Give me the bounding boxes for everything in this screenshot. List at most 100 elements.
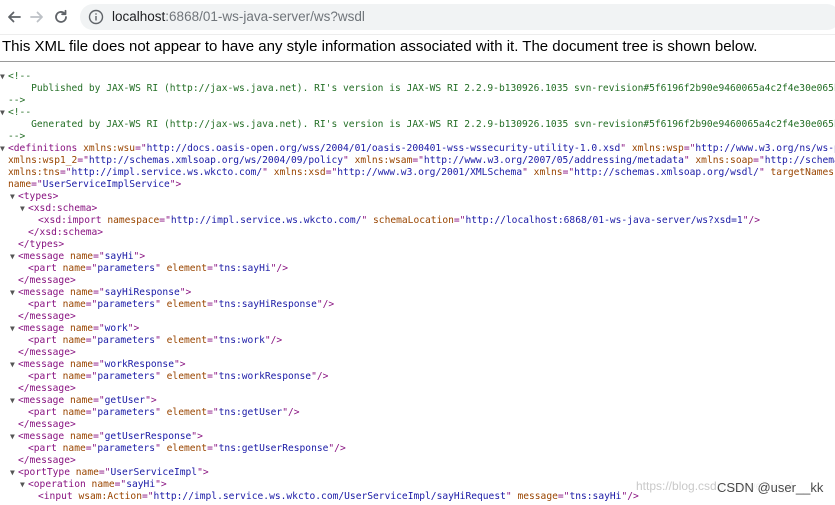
xml-attr-name: name [69,251,94,262]
xml-line: <part name="parameters" element="tns:wor… [0,335,282,347]
xml-line: <part name="parameters" element="tns:say… [0,263,288,275]
xml-tag-text: " [155,263,167,274]
reload-icon [55,9,67,23]
xml-attr-value: http://www.w3.org/ns/ws-policy [695,143,835,154]
xml-attr-name: xmlns:tns [8,167,60,178]
xml-attr-name: namespace [107,215,160,226]
xml-tag-text: =" [325,167,338,178]
xml-tag-text: <part [28,299,63,310]
xml-attr-value: workResponse [104,359,174,370]
xml-line: xmlns:wsp1_2="http://schemas.xmlsoap.org… [0,155,835,167]
collapse-triangle-icon[interactable]: ▼ [10,191,18,203]
xml-tag-text: =" [114,479,127,490]
xml-attr-name: xmlns [533,167,563,178]
xml-line: </message> [0,383,76,395]
xml-tag-text: <portType [18,467,76,478]
xml-tag-text: " [522,167,534,178]
xml-tag-text: "> [169,179,182,190]
xml-attr-name: name [62,407,86,418]
xml-tag-text: =" [98,467,111,478]
xml-line: <part name="parameters" element="tns:get… [0,443,346,455]
collapse-triangle-icon[interactable]: ▼ [10,359,18,371]
xml-line: ▼ <message name="getUser"> [0,395,157,407]
xml-attr-name: element [166,299,208,310]
xml-tag-text: " [343,155,355,166]
xml-tag-text: "/> [742,215,761,226]
collapse-triangle-icon[interactable]: ▼ [20,479,28,491]
collapse-triangle-icon[interactable]: ▼ [10,251,18,263]
xml-line: ▼ <definitions xmlns:wsu="http://docs.oas… [0,143,835,155]
xml-tag-text: " [155,371,167,382]
xml-tag-text: " [155,407,167,418]
xml-tag-text: <xsd:import [38,215,108,226]
xml-tag-text: " [155,443,167,454]
collapse-triangle-icon[interactable]: ▼ [10,431,18,443]
xml-tag-text: <message [18,431,70,442]
xml-tag-text: <message [18,395,70,406]
xml-line: ▼ <message name="sayHiResponse"> [0,287,191,299]
xml-tag-text: </types> [18,239,65,250]
xml-comment-text: --> [8,95,26,106]
xml-line: ▼ <message name="workResponse"> [0,359,186,371]
xml-tag-text: <part [28,371,63,382]
collapse-triangle-icon[interactable]: ▼ [20,203,28,215]
xml-attr-value: http://www.w3.org/2001/XMLSchema [337,167,523,178]
xml-attr-value: tns:sayHi [218,263,271,274]
xml-attr-name: name [69,431,94,442]
url-text[interactable]: localhost:6868/01-ws-java-server/ws?wsdl [112,9,365,24]
xml-attr-value: sayHi [126,479,156,490]
xml-line: <xsd:import namespace="http://impl.servi… [0,215,760,227]
collapse-triangle-icon[interactable]: ▼ [0,107,8,119]
xml-line: </types> [0,239,64,251]
xml-tag-text: =" [85,263,98,274]
xml-tag-text: =" [207,299,219,310]
xml-tag-text: </message> [18,275,76,286]
collapse-triangle-icon[interactable]: ▼ [10,323,18,335]
xml-attr-name: name [91,479,115,490]
xml-tag-text: <definitions [8,143,84,154]
xml-attr-value: http://docs.oasis-open.org/wss/2004/01/o… [146,143,621,154]
xml-tag-text: =" [453,215,466,226]
xml-tag-text: =" [85,443,98,454]
xml-attr-value: tns:sayHiResponse [218,299,317,310]
xml-tag-text: "> [133,251,146,262]
address-bar[interactable]: localhost:6868/01-ws-java-server/ws?wsdl [80,4,835,30]
xml-line: ▼ <!-- [0,71,31,83]
forward-button[interactable] [27,7,47,27]
collapse-triangle-icon[interactable]: ▼ [0,143,8,155]
xml-tag-text: =" [135,143,147,154]
xml-tag-text: " [361,215,374,226]
xml-tag-text: <part [28,443,63,454]
xml-line: ▼ <portType name="UserServiceImpl"> [0,467,209,479]
collapse-triangle-icon[interactable]: ▼ [10,395,18,407]
xml-attr-name: xmlns:wsam [354,155,413,166]
xml-line: ▼ <message name="work"> [0,323,139,335]
xml-attr-value: parameters [97,335,156,346]
xml-attr-name: name [69,359,94,370]
xml-tag-text: </message> [18,311,76,322]
back-button[interactable] [4,7,24,27]
xml-tag-text: =" [85,407,98,418]
xml-tag-text: "/> [311,371,329,382]
xml-tag-text: <part [28,335,63,346]
xml-tag-text: =" [93,251,105,262]
collapse-triangle-icon[interactable]: ▼ [10,287,18,299]
reload-button[interactable] [51,7,71,27]
xml-line: Published by JAX-WS RI (http://jax-ws.ja… [0,83,835,95]
collapse-triangle-icon[interactable]: ▼ [10,467,18,479]
xml-tag-text: =" [207,335,219,346]
xml-tag-text: "> [127,323,140,334]
xml-tag-text: =" [557,491,570,502]
info-icon[interactable] [88,9,104,25]
xml-attr-value: parameters [97,299,156,310]
xml-tag-text: "> [155,479,167,490]
xml-tag-text: =" [93,431,105,442]
xml-tag-text: " [620,143,632,154]
xml-attr-name: xmlns:wsp1_2 [8,155,78,166]
xml-attr-name: element [166,443,208,454]
xml-attr-value: sayHi [104,251,134,262]
xml-line: <part name="parameters" element="tns:say… [0,299,334,311]
xml-tag-text: <message [18,287,70,298]
collapse-triangle-icon[interactable]: ▼ [0,71,8,83]
xml-attr-name: element [166,407,208,418]
